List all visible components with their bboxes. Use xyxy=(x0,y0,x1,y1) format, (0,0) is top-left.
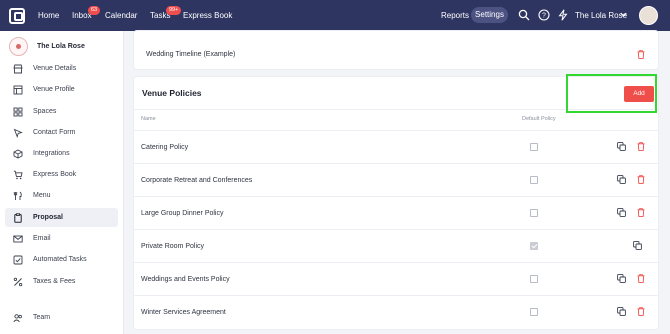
policy-name: Catering Policy xyxy=(141,144,189,151)
tasks-count-badge: 99+ xyxy=(166,6,182,15)
search-icon[interactable] xyxy=(518,9,530,21)
cube-icon xyxy=(13,148,23,159)
sidebar-item-taxes-fees[interactable]: Taxes & Fees xyxy=(5,272,118,291)
copy-icon[interactable] xyxy=(633,241,642,250)
sidebar-item-label: Venue Details xyxy=(33,65,77,72)
trash-icon[interactable] xyxy=(637,307,645,316)
grid-icon xyxy=(13,107,23,116)
inbox-count-badge: 63 xyxy=(88,6,101,15)
sidebar-item-label: Email xyxy=(33,235,51,242)
clipboard-icon xyxy=(14,212,22,223)
venue-name: The Lola Rose xyxy=(37,43,85,50)
trash-icon[interactable] xyxy=(637,208,645,217)
policy-name: Weddings and Events Policy xyxy=(141,276,230,283)
sidebar-item-contact-form[interactable]: Contact Form xyxy=(5,123,118,142)
checkbox-icon xyxy=(13,255,23,264)
section-title: Venue Policies xyxy=(142,88,202,98)
copy-icon[interactable] xyxy=(617,142,626,151)
app-logo-icon[interactable] xyxy=(9,7,25,24)
default-policy-checkbox[interactable] xyxy=(530,242,538,250)
sidebar-item-label: Proposal xyxy=(33,214,63,221)
lightning-icon[interactable] xyxy=(557,9,569,21)
column-header-name: Name xyxy=(141,116,156,122)
sidebar-item-label: Spaces xyxy=(33,108,57,115)
sidebar-item-label: Integrations xyxy=(33,150,70,157)
sidebar-item-team[interactable]: Team xyxy=(5,308,118,327)
utensils-icon xyxy=(13,191,22,200)
sidebar-item-venue-details[interactable]: Venue Details xyxy=(5,59,118,78)
sidebar-item-spaces[interactable]: Spaces xyxy=(5,102,118,121)
nav-calendar[interactable]: Calendar xyxy=(105,11,137,20)
cursor-icon xyxy=(13,128,23,138)
policy-name: Corporate Retreat and Conferences xyxy=(141,177,253,184)
sidebar-item-label: Automated Tasks xyxy=(33,256,87,263)
chevron-down-icon[interactable] xyxy=(619,10,628,19)
default-policy-checkbox[interactable] xyxy=(530,308,538,316)
top-navigation-bar: Home Inbox 63 Calendar Tasks 99+ Express… xyxy=(0,0,670,31)
sidebar-item-express-book[interactable]: Express Book xyxy=(5,165,118,184)
sidebar-item-label: Taxes & Fees xyxy=(33,278,76,285)
policy-name: Winter Services Agreement xyxy=(141,309,226,316)
default-policy-checkbox[interactable] xyxy=(530,209,538,217)
nav-settings[interactable]: Settings xyxy=(471,7,508,23)
envelope-icon xyxy=(13,235,23,242)
svg-text:?: ? xyxy=(542,13,546,20)
table-row: Winter Services Agreement xyxy=(134,295,658,328)
sidebar-item-label: Contact Form xyxy=(33,129,76,136)
trash-icon[interactable] xyxy=(637,142,645,151)
default-policy-checkbox[interactable] xyxy=(530,176,538,184)
table-row: Catering Policy xyxy=(134,130,658,163)
sidebar-item-label: Team xyxy=(33,314,51,321)
sidebar-item-proposal[interactable]: Proposal xyxy=(5,208,118,227)
copy-icon[interactable] xyxy=(617,175,626,184)
default-policy-checkbox[interactable] xyxy=(530,275,538,283)
table-row: Large Group Dinner Policy xyxy=(134,196,658,229)
trash-icon[interactable] xyxy=(637,274,645,283)
trash-icon[interactable] xyxy=(637,50,645,59)
venue-header: The Lola Rose xyxy=(9,37,85,56)
sidebar-item-menu[interactable]: Menu xyxy=(5,186,118,205)
policy-name: Large Group Dinner Policy xyxy=(141,210,224,217)
nav-home[interactable]: Home xyxy=(38,11,59,20)
sidebar-item-email[interactable]: Email xyxy=(5,229,118,248)
nav-express-book[interactable]: Express Book xyxy=(183,11,232,20)
sidebar-item-venue-profile[interactable]: Venue Profile xyxy=(5,80,118,99)
copy-icon[interactable] xyxy=(617,274,626,283)
column-header-default-policy: Default Policy xyxy=(522,116,556,122)
policy-name: Private Room Policy xyxy=(141,243,205,250)
storefront-icon xyxy=(13,64,23,73)
profile-card-icon xyxy=(13,85,23,94)
table-row: Corporate Retreat and Conferences xyxy=(134,163,658,196)
user-avatar[interactable] xyxy=(639,6,658,25)
table-row: Weddings and Events Policy xyxy=(134,262,658,295)
default-policy-checkbox[interactable] xyxy=(530,143,538,151)
copy-icon[interactable] xyxy=(617,208,626,217)
sidebar-item-automated-tasks[interactable]: Automated Tasks xyxy=(5,250,118,269)
trash-icon[interactable] xyxy=(637,175,645,184)
add-button-highlight-box xyxy=(566,74,657,113)
help-icon[interactable]: ? xyxy=(538,9,550,21)
table-row: Private Room Policy xyxy=(134,229,658,262)
percent-icon xyxy=(13,277,23,286)
people-icon xyxy=(13,313,22,322)
timeline-label: Wedding Timeline (Example) xyxy=(146,51,236,58)
sidebar-item-label: Venue Profile xyxy=(33,86,75,93)
settings-sidebar: The Lola Rose Venue Details Venue Profil… xyxy=(0,31,124,334)
sidebar-item-integrations[interactable]: Integrations xyxy=(5,144,118,163)
nav-reports[interactable]: Reports xyxy=(441,11,469,20)
sidebar-item-label: Menu xyxy=(33,192,51,199)
copy-icon[interactable] xyxy=(617,307,626,316)
sidebar-item-label: Express Book xyxy=(33,171,77,178)
cart-icon xyxy=(13,170,23,179)
timeline-card: Wedding Timeline (Example) xyxy=(134,31,658,69)
venue-logo xyxy=(9,37,28,56)
